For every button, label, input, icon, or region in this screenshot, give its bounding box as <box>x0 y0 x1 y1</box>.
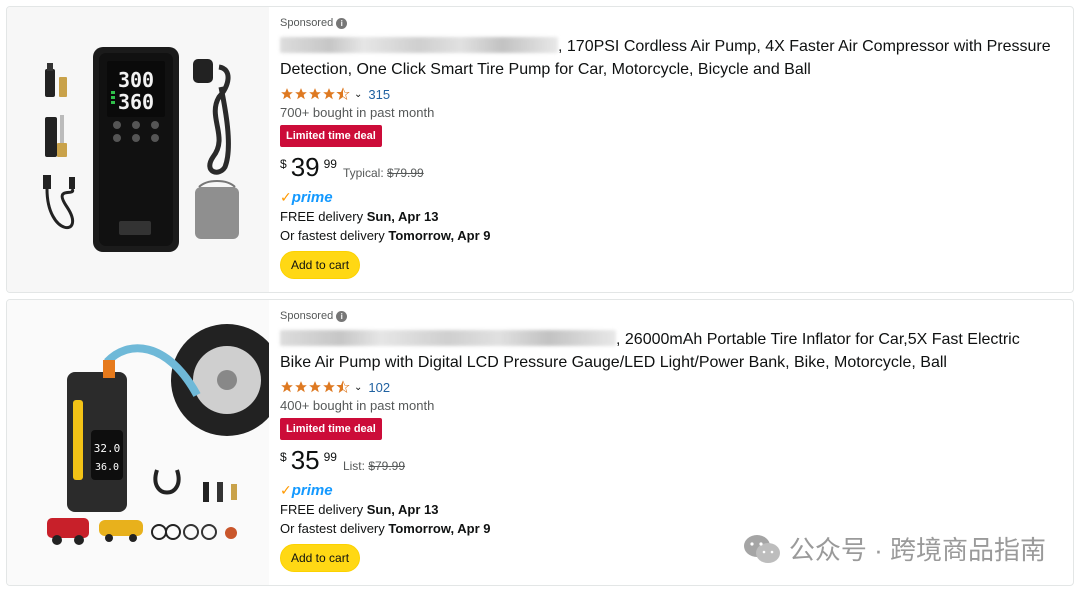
delivery-info: FREE delivery Sun, Apr 13 Or fastest del… <box>280 207 1063 245</box>
add-to-cart-button[interactable]: Add to cart <box>280 251 361 279</box>
prime-check-icon: ✓ <box>280 188 292 205</box>
title-line-2: Bike Air Pump with Digital LCD Pressure … <box>280 354 947 371</box>
price-symbol: $ <box>280 450 287 464</box>
price[interactable]: $ 35 99 List: $79.99 <box>280 447 1063 475</box>
sponsored-text: Sponsored <box>280 17 334 29</box>
tire-inflator-image: 32.0 36.0 <box>47 324 283 545</box>
star-full-icon <box>295 88 307 100</box>
redacted-brand <box>280 37 558 53</box>
product-title[interactable]: , 170PSI Cordless Air Pump, 4X Faster Ai… <box>280 35 1063 81</box>
price-symbol: $ <box>280 157 287 171</box>
delivery-prefix: FREE delivery <box>280 502 364 517</box>
delivery-date: Sun, Apr 13 <box>366 209 439 224</box>
reference-price: Typical: $79.99 <box>343 166 424 180</box>
star-full-icon <box>323 88 335 100</box>
title-line-2: Detection, One Click Smart Tire Pump for… <box>280 61 811 78</box>
prime-badge: ✓ prime <box>280 481 1063 499</box>
deal-badge: Limited time deal <box>280 125 382 147</box>
prime-label: prime <box>291 481 333 499</box>
chevron-down-icon[interactable]: ⌄ <box>354 382 362 393</box>
reference-label: Typical: <box>342 166 384 180</box>
info-icon[interactable]: i <box>336 310 348 322</box>
star-half-icon <box>336 87 350 100</box>
price-fraction: 99 <box>323 157 337 171</box>
redacted-brand <box>280 330 616 346</box>
star-half-icon <box>336 380 350 393</box>
deal-badge: Limited time deal <box>280 418 382 440</box>
title-line-1: , 26000mAh Portable Tire Inflator for Ca… <box>616 331 1020 348</box>
wechat-icon <box>743 534 780 563</box>
display-top-value: 300 <box>118 68 154 92</box>
sponsored-label[interactable]: Sponsored i <box>280 310 1063 322</box>
display-bottom-value: 36.0 <box>95 462 119 473</box>
bought-count: 400+ bought in past month <box>280 398 435 413</box>
prime-badge: ✓ prime <box>280 188 1063 206</box>
sponsored-label[interactable]: Sponsored i <box>280 17 1063 29</box>
product-image[interactable]: 300 360 <box>7 7 269 292</box>
info-icon[interactable]: i <box>336 17 348 29</box>
star-rating <box>280 87 350 101</box>
price[interactable]: $ 39 99 Typical: $79.99 <box>280 154 1063 182</box>
reference-label: List: <box>342 459 365 473</box>
air-pump-image: 300 360 <box>43 47 239 252</box>
star-rating <box>280 380 350 394</box>
chevron-down-icon[interactable]: ⌄ <box>354 89 362 100</box>
product-info: Sponsored i , 170PSI Cordless Air Pump, … <box>280 17 1063 279</box>
watermark: 公众号 · 跨境商品指南 <box>743 530 1046 567</box>
fastest-date: Tomorrow, Apr 9 <box>388 521 491 536</box>
price-whole: 35 <box>290 445 320 475</box>
delivery-prefix: FREE delivery <box>280 209 364 224</box>
display-bottom-value: 360 <box>118 90 154 114</box>
display-top-value: 32.0 <box>94 442 121 455</box>
title-line-1: , 170PSI Cordless Air Pump, 4X Faster Ai… <box>558 38 1051 55</box>
add-to-cart-button[interactable]: Add to cart <box>280 544 361 572</box>
star-full-icon <box>281 88 293 100</box>
rating-row[interactable]: ⌄ 315 <box>280 85 1063 103</box>
star-full-icon <box>295 381 307 393</box>
star-full-icon <box>323 381 335 393</box>
fastest-date: Tomorrow, Apr 9 <box>388 228 491 243</box>
prime-check-icon: ✓ <box>280 481 292 498</box>
product-title[interactable]: , 26000mAh Portable Tire Inflator for Ca… <box>280 328 1063 374</box>
rating-row[interactable]: ⌄ 102 <box>280 378 1063 396</box>
review-count[interactable]: 315 <box>368 87 390 102</box>
bought-count: 700+ bought in past month <box>280 105 435 120</box>
star-full-icon <box>309 88 321 100</box>
star-full-icon <box>281 381 293 393</box>
fastest-prefix: Or fastest delivery <box>280 228 385 243</box>
review-count[interactable]: 102 <box>368 380 390 395</box>
sponsored-text: Sponsored <box>280 310 334 322</box>
watermark-text: 公众号 · 跨境商品指南 <box>788 535 1046 565</box>
reference-value: $79.99 <box>387 166 424 180</box>
price-fraction: 99 <box>323 450 337 464</box>
delivery-date: Sun, Apr 13 <box>366 502 439 517</box>
product-card: 300 360 Sponsored i , 170PSI Cordless Ai… <box>6 6 1074 293</box>
prime-label: prime <box>291 188 333 206</box>
star-full-icon <box>309 381 321 393</box>
reference-value: $79.99 <box>368 459 406 473</box>
product-image[interactable]: 32.0 36.0 <box>7 300 283 585</box>
price-whole: 39 <box>290 152 320 182</box>
reference-price: List: $79.99 <box>343 459 405 473</box>
fastest-prefix: Or fastest delivery <box>280 521 385 536</box>
